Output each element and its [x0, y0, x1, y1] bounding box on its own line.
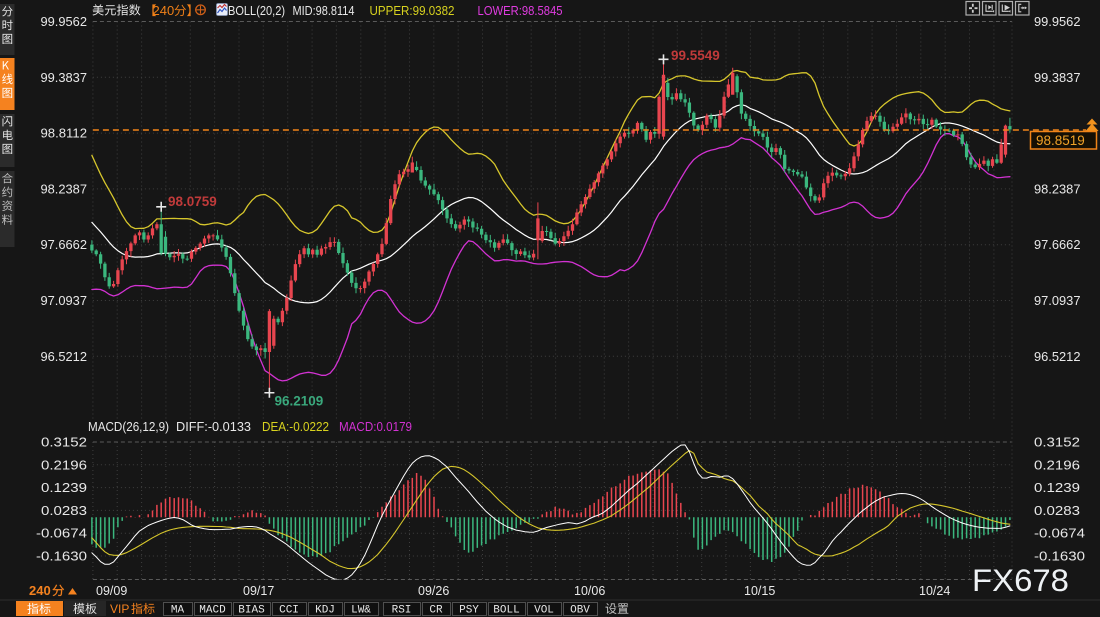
- svg-text:98.0759: 98.0759: [168, 194, 217, 209]
- svg-text:MACD: MACD: [199, 605, 226, 617]
- svg-text:99.9562: 99.9562: [41, 14, 88, 29]
- svg-text:09/17: 09/17: [243, 584, 274, 598]
- svg-text:FX678: FX678: [972, 562, 1069, 598]
- svg-text:BOLL: BOLL: [493, 605, 519, 617]
- svg-text:0.3152: 0.3152: [1034, 435, 1080, 450]
- svg-text:0.0283: 0.0283: [41, 503, 87, 518]
- svg-text:96.2109: 96.2109: [275, 394, 324, 409]
- svg-text:BOLL(20,2): BOLL(20,2): [228, 4, 285, 18]
- svg-text:97.0937: 97.0937: [41, 293, 88, 308]
- svg-text:MACD:0.0179: MACD:0.0179: [339, 420, 412, 434]
- svg-text:97.0937: 97.0937: [1034, 293, 1081, 308]
- svg-text:-0.1630: -0.1630: [36, 549, 87, 564]
- svg-text:DEA:-0.0222: DEA:-0.0222: [262, 420, 329, 434]
- svg-text:BIAS: BIAS: [238, 605, 265, 617]
- svg-text:98.8112: 98.8112: [41, 126, 88, 141]
- svg-text:0.2196: 0.2196: [1034, 457, 1080, 472]
- svg-text:99.3837: 99.3837: [41, 70, 88, 85]
- svg-text:10/24: 10/24: [919, 584, 950, 598]
- svg-text:97.6662: 97.6662: [1034, 237, 1081, 252]
- svg-text:0.0283: 0.0283: [1034, 503, 1080, 518]
- svg-text:RSI: RSI: [392, 605, 412, 617]
- svg-text:MA: MA: [171, 605, 185, 617]
- svg-text:10/15: 10/15: [744, 584, 775, 598]
- svg-text:0.2196: 0.2196: [41, 457, 87, 472]
- svg-text:0.3152: 0.3152: [41, 435, 87, 450]
- svg-text:PSY: PSY: [459, 605, 479, 617]
- svg-text:99.9562: 99.9562: [1034, 14, 1081, 29]
- svg-text:LOWER:98.5845: LOWER:98.5845: [478, 4, 563, 18]
- svg-text:MACD(26,12,9): MACD(26,12,9): [88, 420, 169, 434]
- svg-text:KDJ: KDJ: [315, 605, 335, 617]
- svg-text:09/09: 09/09: [96, 584, 127, 598]
- svg-text:240: 240: [29, 583, 51, 598]
- svg-text:VIP: VIP: [110, 602, 129, 616]
- svg-text:98.8519: 98.8519: [1036, 133, 1085, 148]
- svg-text:DIFF:-0.0133: DIFF:-0.0133: [176, 420, 251, 434]
- svg-text:98.2387: 98.2387: [41, 181, 88, 196]
- svg-text:99.3837: 99.3837: [1034, 70, 1081, 85]
- svg-text:LW&: LW&: [351, 605, 371, 617]
- svg-text:-0.0674: -0.0674: [36, 526, 87, 541]
- svg-text:OBV: OBV: [570, 605, 590, 617]
- svg-text:MID:98.8114: MID:98.8114: [293, 4, 355, 18]
- svg-text:99.5549: 99.5549: [671, 48, 720, 63]
- svg-text:CCI: CCI: [279, 605, 299, 617]
- svg-text:0.1239: 0.1239: [1034, 480, 1080, 495]
- svg-text:UPPER:99.0382: UPPER:99.0382: [370, 4, 455, 18]
- svg-text:0.1239: 0.1239: [41, 480, 87, 495]
- svg-text:240: 240: [153, 3, 175, 18]
- svg-text:VOL: VOL: [534, 605, 554, 617]
- svg-text:10/06: 10/06: [574, 584, 605, 598]
- svg-text:96.5212: 96.5212: [41, 349, 88, 364]
- svg-text:CR: CR: [429, 605, 443, 617]
- svg-text:-0.0674: -0.0674: [1034, 526, 1085, 541]
- svg-text:96.5212: 96.5212: [1034, 349, 1081, 364]
- svg-text:09/26: 09/26: [418, 584, 449, 598]
- svg-text:97.6662: 97.6662: [41, 237, 88, 252]
- svg-text:98.2387: 98.2387: [1034, 181, 1081, 196]
